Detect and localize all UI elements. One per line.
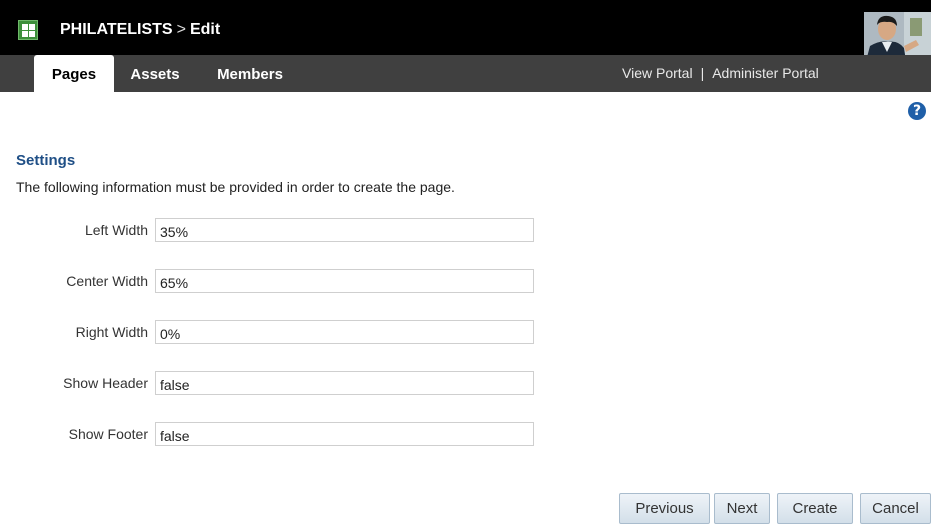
show-header-field[interactable] [155, 371, 534, 395]
mode-label: Edit [189, 21, 221, 38]
link-divider: | [700, 65, 705, 81]
title-separator: > [176, 21, 186, 38]
administer-portal-link[interactable]: Administer Portal [712, 65, 819, 81]
show-header-label: Show Header [63, 375, 148, 391]
right-width-field[interactable] [155, 320, 534, 344]
page-title: PHILATELISTS > Edit [60, 21, 220, 39]
help-icon[interactable]: ? [908, 102, 926, 120]
tab-assets[interactable]: Assets [120, 55, 190, 92]
portal-links: View Portal | Administer Portal [622, 65, 819, 81]
center-width-label: Center Width [66, 273, 148, 289]
portal-header: PHILATELISTS > Edit [0, 0, 931, 55]
create-button[interactable]: Create [777, 493, 853, 524]
show-footer-field[interactable] [155, 422, 534, 446]
user-avatar[interactable] [864, 12, 931, 61]
tab-pages[interactable]: Pages [34, 55, 114, 92]
tab-members[interactable]: Members [204, 55, 296, 92]
left-width-label: Left Width [84, 222, 148, 238]
center-width-field[interactable] [155, 269, 534, 293]
portal-name: PHILATELISTS [60, 21, 173, 38]
next-button[interactable]: Next [714, 493, 770, 524]
left-width-field[interactable] [155, 218, 534, 242]
show-footer-label: Show Footer [68, 426, 148, 442]
cancel-button[interactable]: Cancel [860, 493, 931, 524]
settings-description: The following information must be provid… [16, 179, 455, 195]
settings-heading: Settings [16, 152, 76, 169]
portal-logo-icon [18, 20, 38, 40]
right-width-label: Right Width [75, 324, 148, 340]
view-portal-link[interactable]: View Portal [622, 65, 693, 81]
previous-button[interactable]: Previous [619, 493, 710, 524]
